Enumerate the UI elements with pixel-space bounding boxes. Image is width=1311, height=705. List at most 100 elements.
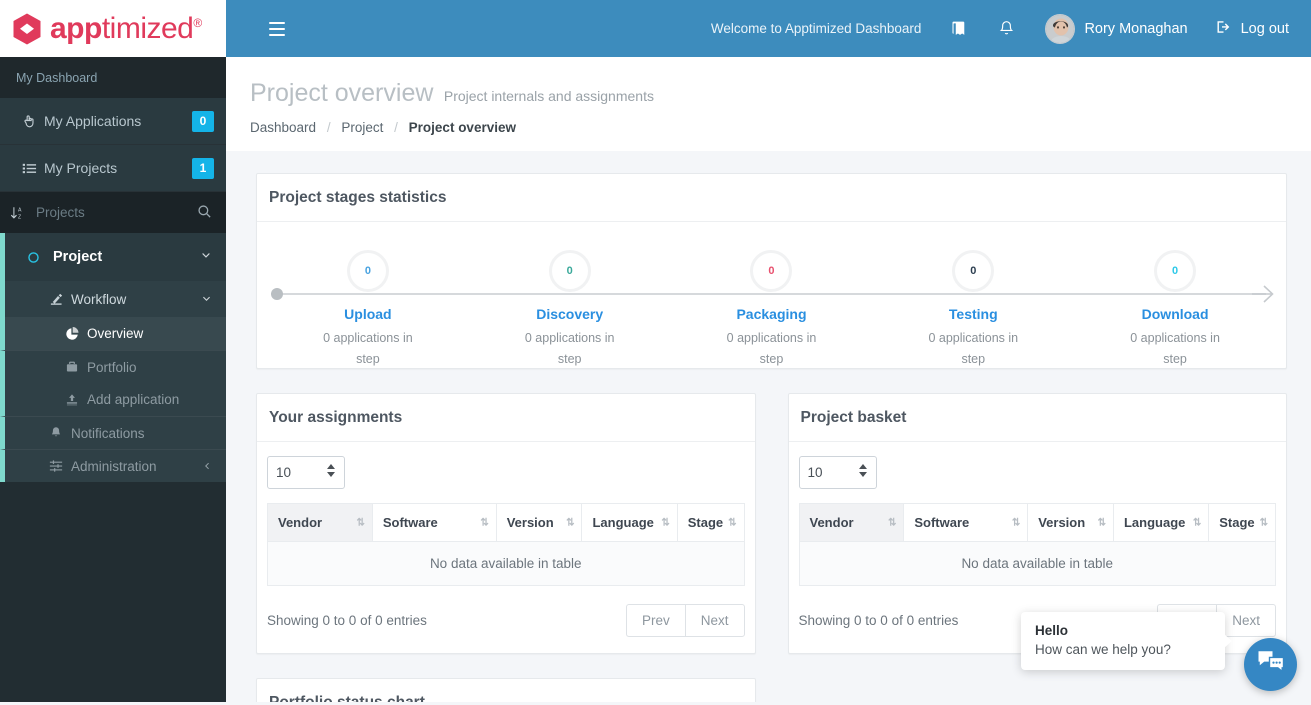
stage-step-discovery[interactable]: 0 Discovery 0 applications in step (469, 250, 671, 371)
page-title: Project overview (250, 79, 434, 107)
column-label: Stage (687, 515, 724, 530)
stage-count-badge[interactable]: 0 (1154, 250, 1197, 292)
chat-launcher-button[interactable] (1244, 638, 1297, 691)
chevron-down-icon[interactable] (200, 249, 212, 265)
apptimized-hexagon-icon (13, 13, 41, 44)
sidebar-badge-my-applications: 0 (192, 110, 214, 132)
basket-next-button[interactable]: Next (1216, 604, 1276, 637)
stage-description: 0 applications in step (1130, 331, 1220, 367)
stage-name[interactable]: Testing (949, 306, 998, 322)
stage-step-download[interactable]: 0 Download 0 applications in step (1074, 250, 1276, 371)
sidebar-item-project[interactable]: Project (0, 233, 226, 281)
basket-column-language[interactable]: Language ⇅ (1112, 503, 1210, 542)
assignments-page-length-select[interactable]: 10 25 50 100 (267, 456, 345, 489)
table-header-row: Vendor ⇅ Software ⇅ Version ⇅ Language ⇅… (267, 503, 745, 542)
basket-column-version[interactable]: Version ⇅ (1027, 503, 1114, 542)
card-title: Your assignments (269, 409, 403, 426)
stage-count: 0 (768, 265, 775, 277)
sidebar-item-portfolio[interactable]: Portfolio (0, 350, 226, 383)
sidebar-item-label: My Applications (44, 113, 142, 129)
book-icon[interactable] (951, 20, 968, 37)
stage-count-badge[interactable]: 0 (346, 250, 389, 292)
logout-button[interactable]: Log out (1216, 19, 1289, 39)
search-icon[interactable] (197, 204, 212, 222)
sort-icon: ⇅ (661, 517, 669, 528)
sidebar-item-administration[interactable]: Administration (0, 449, 226, 482)
user-name[interactable]: Rory Monaghan (1084, 21, 1187, 37)
basket-column-stage[interactable]: Stage ⇅ (1208, 503, 1276, 542)
sort-icon: ⇅ (1011, 517, 1020, 528)
stage-name[interactable]: Packaging (736, 306, 806, 322)
stage-description: 0 applications in step (524, 331, 615, 367)
stage-count-badge[interactable]: 0 (750, 250, 793, 292)
stage-step-upload[interactable]: 0 Upload 0 applications in step (267, 250, 469, 371)
sidebar-item-label: Administration (71, 458, 157, 474)
assignments-prev-button[interactable]: Prev (625, 604, 685, 637)
sidebar-item-notifications[interactable]: Notifications (0, 416, 226, 449)
sort-icon: ⇅ (356, 517, 364, 528)
breadcrumb-separator: / (394, 120, 398, 135)
sidebar-projects-search-row[interactable]: A Z Projects (0, 192, 226, 233)
assignments-showing-text: Showing 0 to 0 of 0 entries (267, 613, 427, 628)
hamburger-icon[interactable] (269, 21, 285, 36)
chevron-left-icon[interactable] (202, 459, 212, 474)
chat-message: How can we help you? (1035, 642, 1171, 657)
list-icon (22, 161, 44, 176)
circle-icon (27, 251, 53, 264)
svg-text:Z: Z (18, 214, 21, 220)
stage-description: 0 applications in step (726, 331, 817, 367)
assignments-column-stage[interactable]: Stage ⇅ (676, 503, 745, 542)
assignments-column: Your assignments 10 25 50 100 (256, 393, 756, 705)
assignments-empty-message: No data available in table (267, 541, 745, 586)
stage-name[interactable]: Upload (344, 306, 391, 322)
brand-trademark: ® (193, 15, 202, 30)
sidebar-item-overview[interactable]: Overview (0, 317, 226, 350)
bell-icon[interactable] (998, 20, 1015, 37)
sidebar-item-workflow[interactable]: Workflow (0, 281, 226, 317)
column-label: Software (914, 515, 970, 530)
assignments-column-software[interactable]: Software ⇅ (371, 503, 497, 542)
stage-count: 0 (970, 265, 977, 277)
card-body: 10 25 50 100 (257, 442, 755, 653)
assignments-column-version[interactable]: Version ⇅ (495, 503, 583, 542)
column-label: Version (506, 515, 554, 530)
welcome-message: Welcome to Apptimized Dashboard (710, 21, 922, 36)
brand-logo[interactable]: apptimized® (0, 0, 226, 57)
breadcrumb: Dashboard / Project / Project overview (250, 120, 1311, 135)
chat-greeting-bubble[interactable]: Hello How can we help you? (1021, 612, 1232, 670)
sort-alpha-icon[interactable]: A Z (10, 205, 36, 221)
breadcrumb-item-dashboard[interactable]: Dashboard (250, 120, 316, 135)
sort-icon: ⇅ (1192, 517, 1201, 528)
pie-chart-icon (57, 326, 87, 341)
stage-count-badge[interactable]: 0 (548, 250, 591, 292)
stage-count-badge[interactable]: 0 (952, 250, 995, 292)
chat-greeting: Hello (1035, 623, 1069, 638)
workflow-icon (41, 292, 71, 307)
topbar-right-group: Welcome to Apptimized Dashboard Rory Mon… (710, 13, 1311, 44)
assignments-page-length-wrapper: 10 25 50 100 (267, 456, 345, 489)
assignments-next-button[interactable]: Next (684, 604, 745, 637)
stage-step-testing[interactable]: 0 Testing 0 applications in step (872, 250, 1074, 371)
sidebar-item-my-applications[interactable]: My Applications 0 (0, 98, 226, 145)
sidebar-item-my-projects[interactable]: My Projects 1 (0, 145, 226, 192)
assignments-column-language[interactable]: Language ⇅ (581, 503, 678, 542)
project-stages-card: Project stages statistics 0 Upload 0 app… (256, 173, 1287, 369)
chevron-down-icon[interactable] (201, 292, 212, 307)
briefcase-icon (57, 360, 87, 374)
page-header: Project overview Project internals and a… (226, 57, 1311, 151)
stage-step-packaging[interactable]: 0 Packaging 0 applications in step (671, 250, 873, 371)
stage-name[interactable]: Download (1142, 306, 1209, 322)
chat-bubbles-icon (1257, 649, 1285, 680)
card-header: Project stages statistics (257, 174, 1286, 222)
assignments-column-vendor[interactable]: Vendor ⇅ (267, 503, 373, 542)
sidebar: My Dashboard My Applications 0 My Projec… (0, 57, 226, 705)
basket-column-software[interactable]: Software ⇅ (903, 503, 1029, 542)
sidebar-item-add-application[interactable]: Add application (0, 383, 226, 416)
basket-page-length-select[interactable]: 10 25 50 100 (798, 456, 877, 489)
basket-column-vendor[interactable]: Vendor ⇅ (798, 503, 905, 542)
breadcrumb-item-project[interactable]: Project (341, 120, 383, 135)
stage-name[interactable]: Discovery (536, 306, 603, 322)
avatar[interactable] (1045, 13, 1076, 44)
sidebar-projects-label: Projects (36, 205, 85, 220)
table-header-row: Vendor ⇅ Software ⇅ Version ⇅ Language ⇅… (798, 503, 1276, 542)
